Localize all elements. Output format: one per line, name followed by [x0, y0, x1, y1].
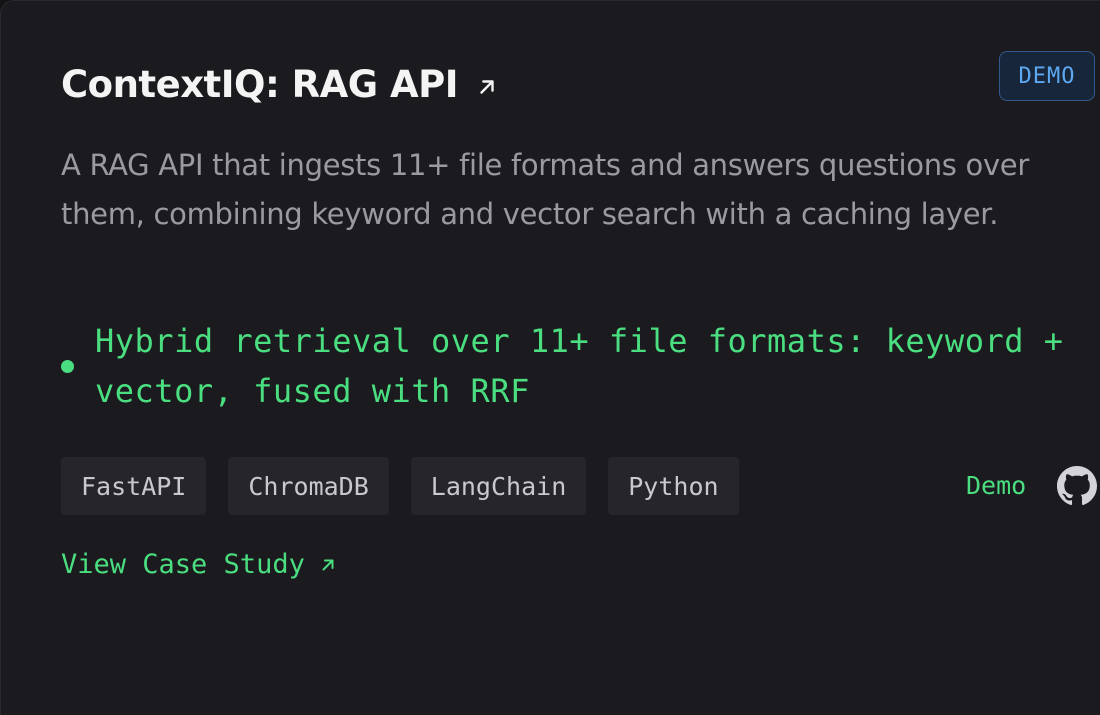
highlight-item: Hybrid retrieval over 11+ file formats: … — [61, 316, 1091, 416]
view-case-study-link[interactable]: View Case Study — [61, 546, 337, 584]
project-card: ContextIQ: RAG API DEMO A RAG API that i… — [0, 0, 1100, 715]
github-icon[interactable] — [1057, 466, 1097, 506]
highlight-text: Hybrid retrieval over 11+ file formats: … — [95, 322, 1064, 410]
tag-fastapi: FastAPI — [61, 457, 207, 515]
bullet-dot-icon — [61, 360, 74, 373]
tag-langchain: LangChain — [410, 457, 587, 515]
project-title-row[interactable]: ContextIQ: RAG API — [61, 61, 498, 109]
project-description: A RAG API that ingests 11+ file formats … — [61, 148, 1029, 231]
demo-badge: DEMO — [999, 51, 1095, 101]
external-arrow-icon[interactable] — [476, 76, 498, 98]
demo-link[interactable]: Demo — [966, 467, 1026, 505]
tag-chromadb: ChromaDB — [228, 457, 389, 515]
tag-python: Python — [608, 457, 739, 515]
tech-tags: FastAPI ChromaDB LangChain Python — [61, 457, 739, 515]
case-study-label[interactable]: View Case Study — [61, 546, 305, 584]
external-arrow-icon[interactable] — [319, 556, 337, 574]
highlights-list: Hybrid retrieval over 11+ file formats: … — [61, 316, 1091, 416]
project-title[interactable]: ContextIQ: RAG API — [61, 61, 459, 109]
